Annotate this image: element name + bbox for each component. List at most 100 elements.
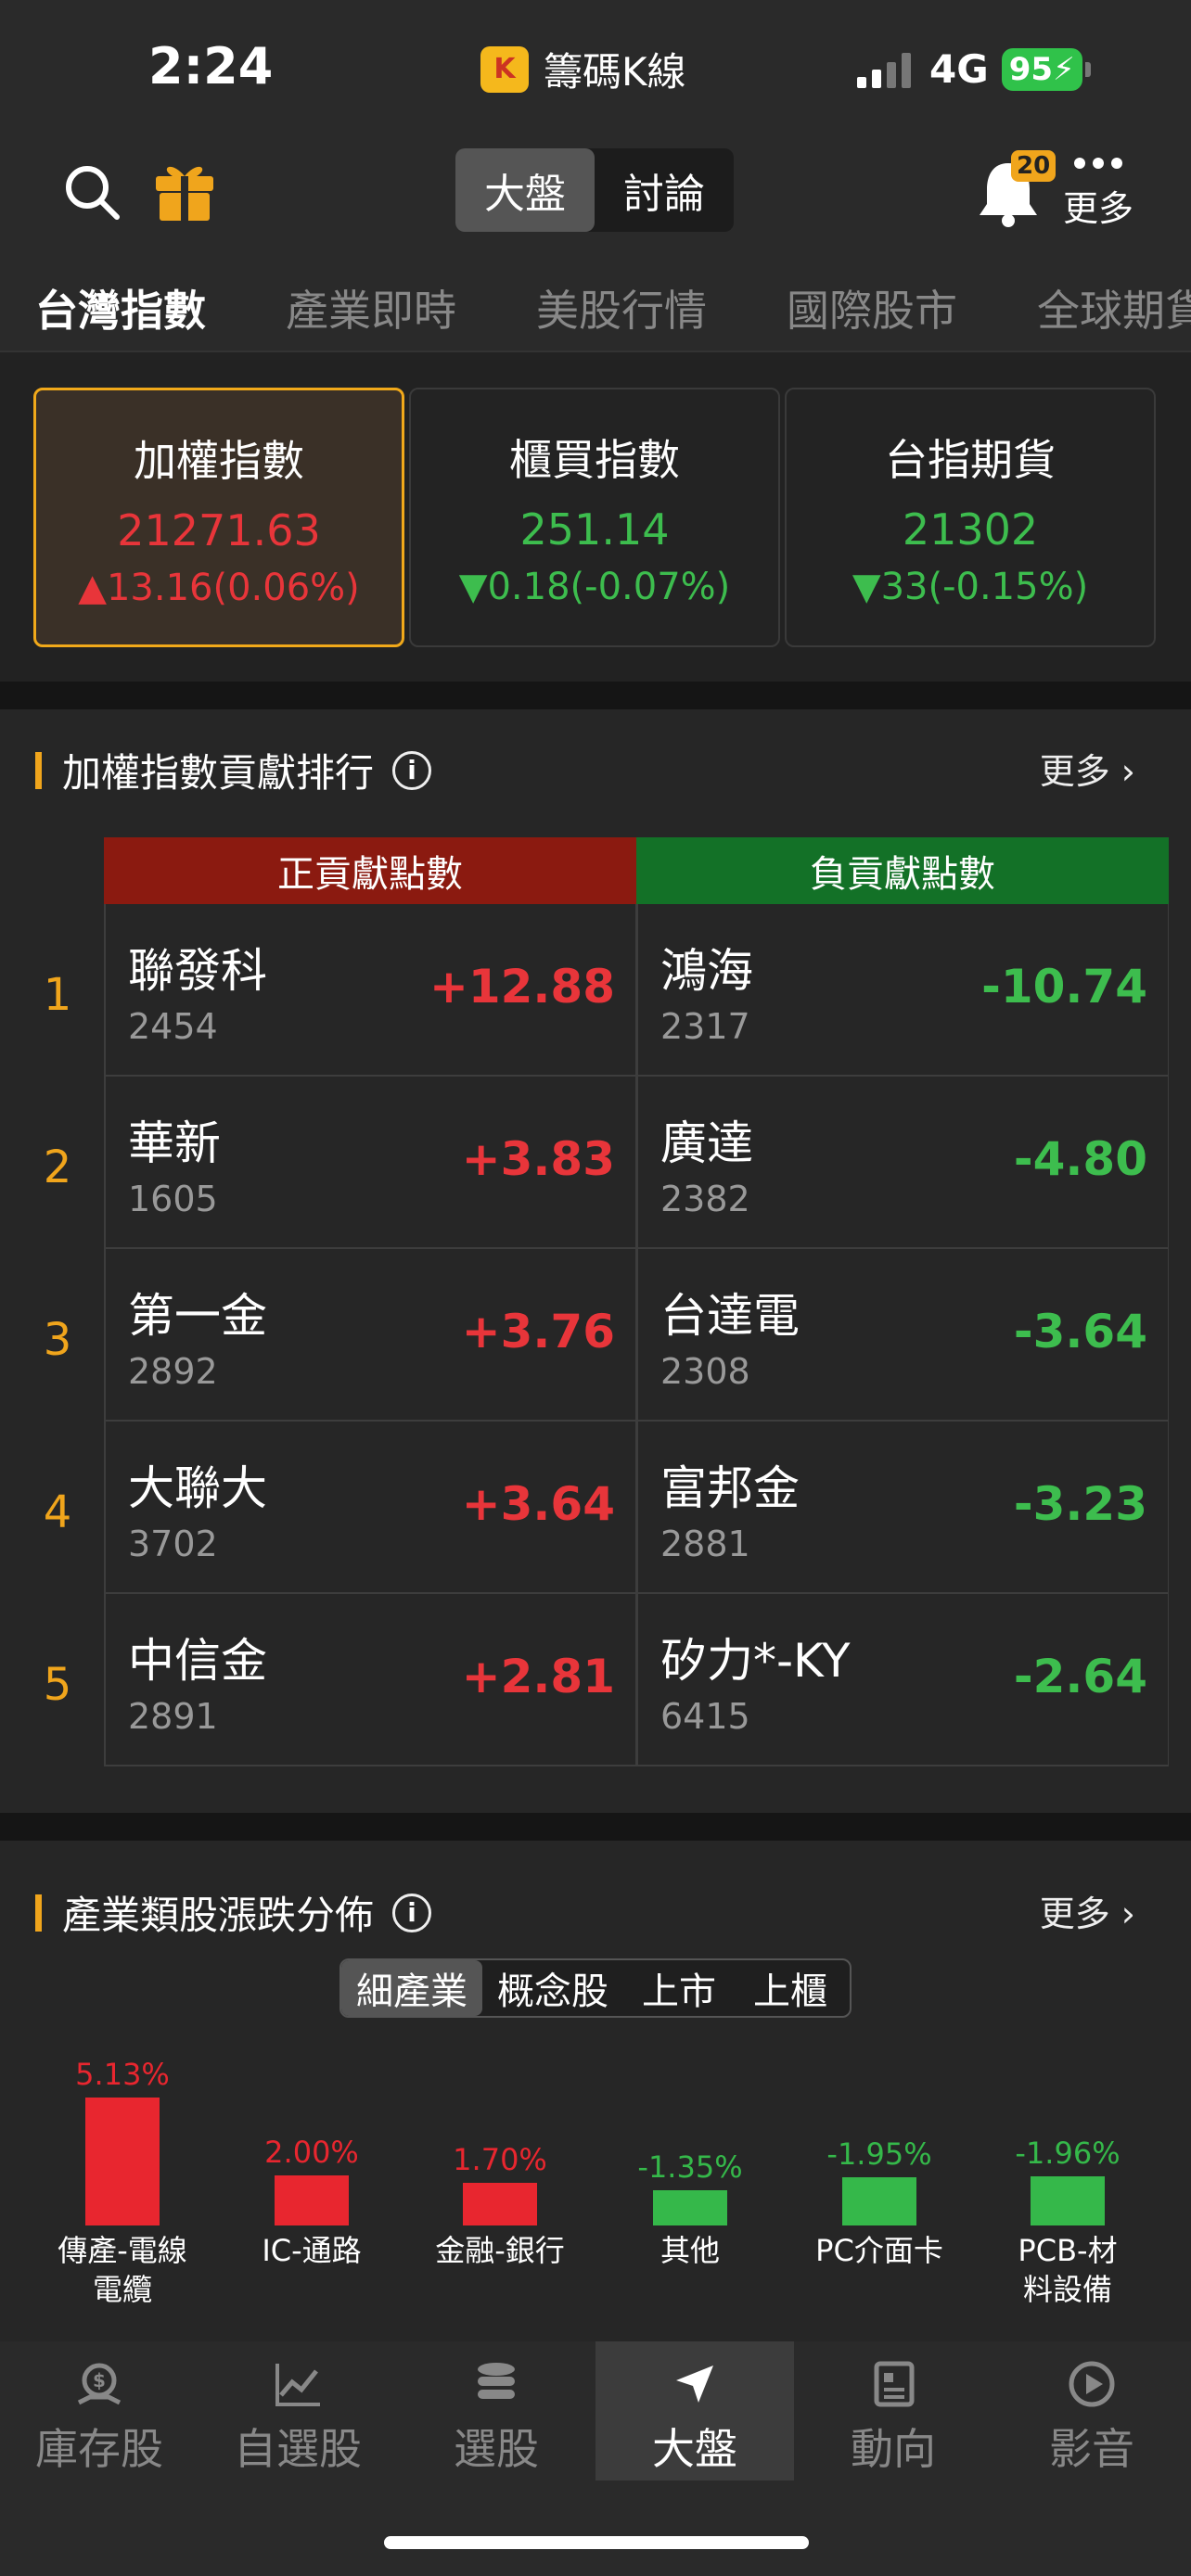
stock-code: 3702 <box>128 1524 218 1564</box>
search-icon[interactable] <box>63 163 121 221</box>
more-label[interactable]: 更多 <box>1063 180 1133 231</box>
app-logo-icon: K <box>480 45 529 93</box>
nav-trends[interactable]: 動向 <box>794 2341 992 2480</box>
nav-holdings[interactable]: $ 庫存股 <box>0 2341 198 2480</box>
tab-international[interactable]: 國際股市 <box>787 277 957 338</box>
industry-bar[interactable] <box>1031 2176 1105 2225</box>
contribution-points: -10.74 <box>981 960 1147 1014</box>
industry-bar-label-line: 金融-銀行 <box>435 2233 565 2268</box>
filter-otc[interactable]: 上櫃 <box>735 1960 846 2016</box>
industry-bar-percent: 5.13% <box>75 2057 170 2092</box>
positive-stock[interactable]: 第一金 2892 +3.76 <box>104 1249 636 1420</box>
contribution-points: -2.64 <box>1013 1650 1147 1703</box>
stock-name: 聯發科 <box>128 944 267 998</box>
stock-code: 2382 <box>660 1179 750 1219</box>
battery-icon: 95 ⚡ <box>1001 47 1082 91</box>
filter-concept[interactable]: 概念股 <box>482 1960 623 2016</box>
negative-stock[interactable]: 廣達 2382 -4.80 <box>636 1077 1169 1247</box>
tab-industry-realtime[interactable]: 產業即時 <box>286 277 456 338</box>
industry-bar-percent: -1.96% <box>1015 2136 1121 2171</box>
stock-name: 廣達 <box>660 1116 753 1170</box>
index-card-taiex[interactable]: 加權指數 21271.63 ▲13.16(0.06%) <box>33 388 404 647</box>
positive-stock[interactable]: 聯發科 2454 +12.88 <box>104 904 636 1075</box>
filter-sub-industry[interactable]: 細產業 <box>341 1960 482 2016</box>
industry-bar-label-line: PCB-材 <box>1018 2233 1118 2268</box>
play-circle-icon <box>1069 2361 1115 2407</box>
more-dots-icon[interactable] <box>1074 158 1122 169</box>
industry-bar[interactable] <box>85 2098 160 2225</box>
nav-stock-picker[interactable]: 選股 <box>397 2341 596 2480</box>
index-cards: 加權指數 21271.63 ▲13.16(0.06%) 櫃買指數 251.14 … <box>0 352 1191 682</box>
positive-stock[interactable]: 華新 1605 +3.83 <box>104 1077 636 1247</box>
battery-level: 95 <box>1008 50 1054 88</box>
nav-label: 大盤 <box>652 2424 737 2474</box>
section-title: 加權指數貢獻排行 i <box>35 742 432 798</box>
tab-global-futures[interactable]: 全球期貨 <box>1037 277 1191 338</box>
negative-header: 負貢獻點數 <box>636 837 1169 904</box>
industry-bar[interactable] <box>842 2177 916 2225</box>
industry-bar[interactable] <box>275 2175 349 2225</box>
index-name: 櫃買指數 <box>509 435 680 485</box>
industry-bar-label: PC介面卡 <box>791 2231 967 2270</box>
stock-code: 2454 <box>128 1006 218 1047</box>
contribution-points: -4.80 <box>1013 1132 1147 1186</box>
status-app: K 籌碼K線 <box>480 41 686 97</box>
contribution-title: 加權指數貢獻排行 <box>62 750 375 796</box>
stock-code: 1605 <box>128 1179 218 1219</box>
index-card-otc[interactable]: 櫃買指數 251.14 ▼0.18(-0.07%) <box>409 388 780 647</box>
index-value: 251.14 <box>519 504 670 555</box>
gift-icon[interactable] <box>152 158 217 223</box>
table-row: 2 華新 1605 +3.83 廣達 2382 -4.80 <box>44 1077 1169 1249</box>
stock-name: 華新 <box>128 1116 221 1170</box>
index-card-futures[interactable]: 台指期貨 21302 ▼33(-0.15%) <box>785 388 1156 647</box>
contribution-points: +3.83 <box>461 1132 615 1186</box>
industry-bar[interactable] <box>653 2190 727 2225</box>
nav-label: 庫存股 <box>35 2424 163 2474</box>
rank-number: 5 <box>43 1659 72 1711</box>
table-row: 4 大聯大 3702 +3.64 富邦金 2881 -3.23 <box>44 1422 1169 1594</box>
index-change: ▼33(-0.15%) <box>852 566 1089 608</box>
contribution-more-link[interactable]: 更多 › <box>1040 743 1135 794</box>
stock-name: 台達電 <box>660 1289 800 1343</box>
contribution-points: +2.81 <box>461 1650 615 1703</box>
industry-bar-percent: -1.95% <box>826 2136 932 2172</box>
segment-discussion[interactable]: 討論 <box>595 148 734 232</box>
positive-header: 正貢獻點數 <box>104 837 636 904</box>
positive-stock[interactable]: 大聯大 3702 +3.64 <box>104 1422 636 1592</box>
nav-media[interactable]: 影音 <box>992 2341 1191 2480</box>
tab-us-stocks[interactable]: 美股行情 <box>536 277 707 338</box>
stock-code: 2891 <box>128 1696 218 1737</box>
stock-name: 富邦金 <box>660 1461 800 1515</box>
nav-market[interactable]: 大盤 <box>596 2341 794 2480</box>
negative-stock[interactable]: 矽力*-KY 6415 -2.64 <box>636 1594 1169 1765</box>
industry-bar-label: 傳產-電線 電纜 <box>34 2231 211 2309</box>
info-icon[interactable]: i <box>392 1893 432 1932</box>
industry-title: 產業類股漲跌分佈 <box>62 1893 375 1938</box>
info-icon[interactable]: i <box>392 750 432 790</box>
positive-stock[interactable]: 中信金 2891 +2.81 <box>104 1594 636 1765</box>
filter-listed[interactable]: 上市 <box>623 1960 735 2016</box>
rank-number: 1 <box>43 969 72 1021</box>
svg-text:$: $ <box>93 2369 106 2391</box>
signal-icon <box>857 51 911 88</box>
market-tabs: 台灣指數 產業即時 美股行情 國際股市 全球期貨 <box>0 255 1191 352</box>
contribution-points: +3.64 <box>461 1477 615 1531</box>
industry-bar-label-line: 料設備 <box>1022 2272 1112 2307</box>
industry-bar-label: IC-通路 <box>224 2231 400 2270</box>
negative-stock[interactable]: 富邦金 2881 -3.23 <box>636 1422 1169 1592</box>
industry-bar-percent: 2.00% <box>264 2135 359 2170</box>
negative-stock[interactable]: 鴻海 2317 -10.74 <box>636 904 1169 1075</box>
money-bag-icon: $ <box>77 2363 122 2405</box>
negative-stock[interactable]: 台達電 2308 -3.64 <box>636 1249 1169 1420</box>
segment-market[interactable]: 大盤 <box>455 148 595 232</box>
industry-more-link[interactable]: 更多 › <box>1040 1885 1135 1936</box>
stock-name: 第一金 <box>128 1289 267 1343</box>
index-change: ▲13.16(0.06%) <box>78 567 360 609</box>
nav-watchlist[interactable]: 自選股 <box>198 2341 397 2480</box>
industry-bar[interactable] <box>463 2183 537 2225</box>
industry-section: 產業類股漲跌分佈 i 更多 › 細產業 概念股 上市 上櫃 5.13% 傳產-電線… <box>0 1841 1191 2341</box>
industry-bar-label-line: 其他 <box>660 2233 720 2268</box>
industry-bar-label-line: 傳產-電線 <box>58 2233 187 2268</box>
section-accent-bar <box>35 751 42 789</box>
tab-taiwan-index[interactable]: 台灣指數 <box>35 277 206 338</box>
